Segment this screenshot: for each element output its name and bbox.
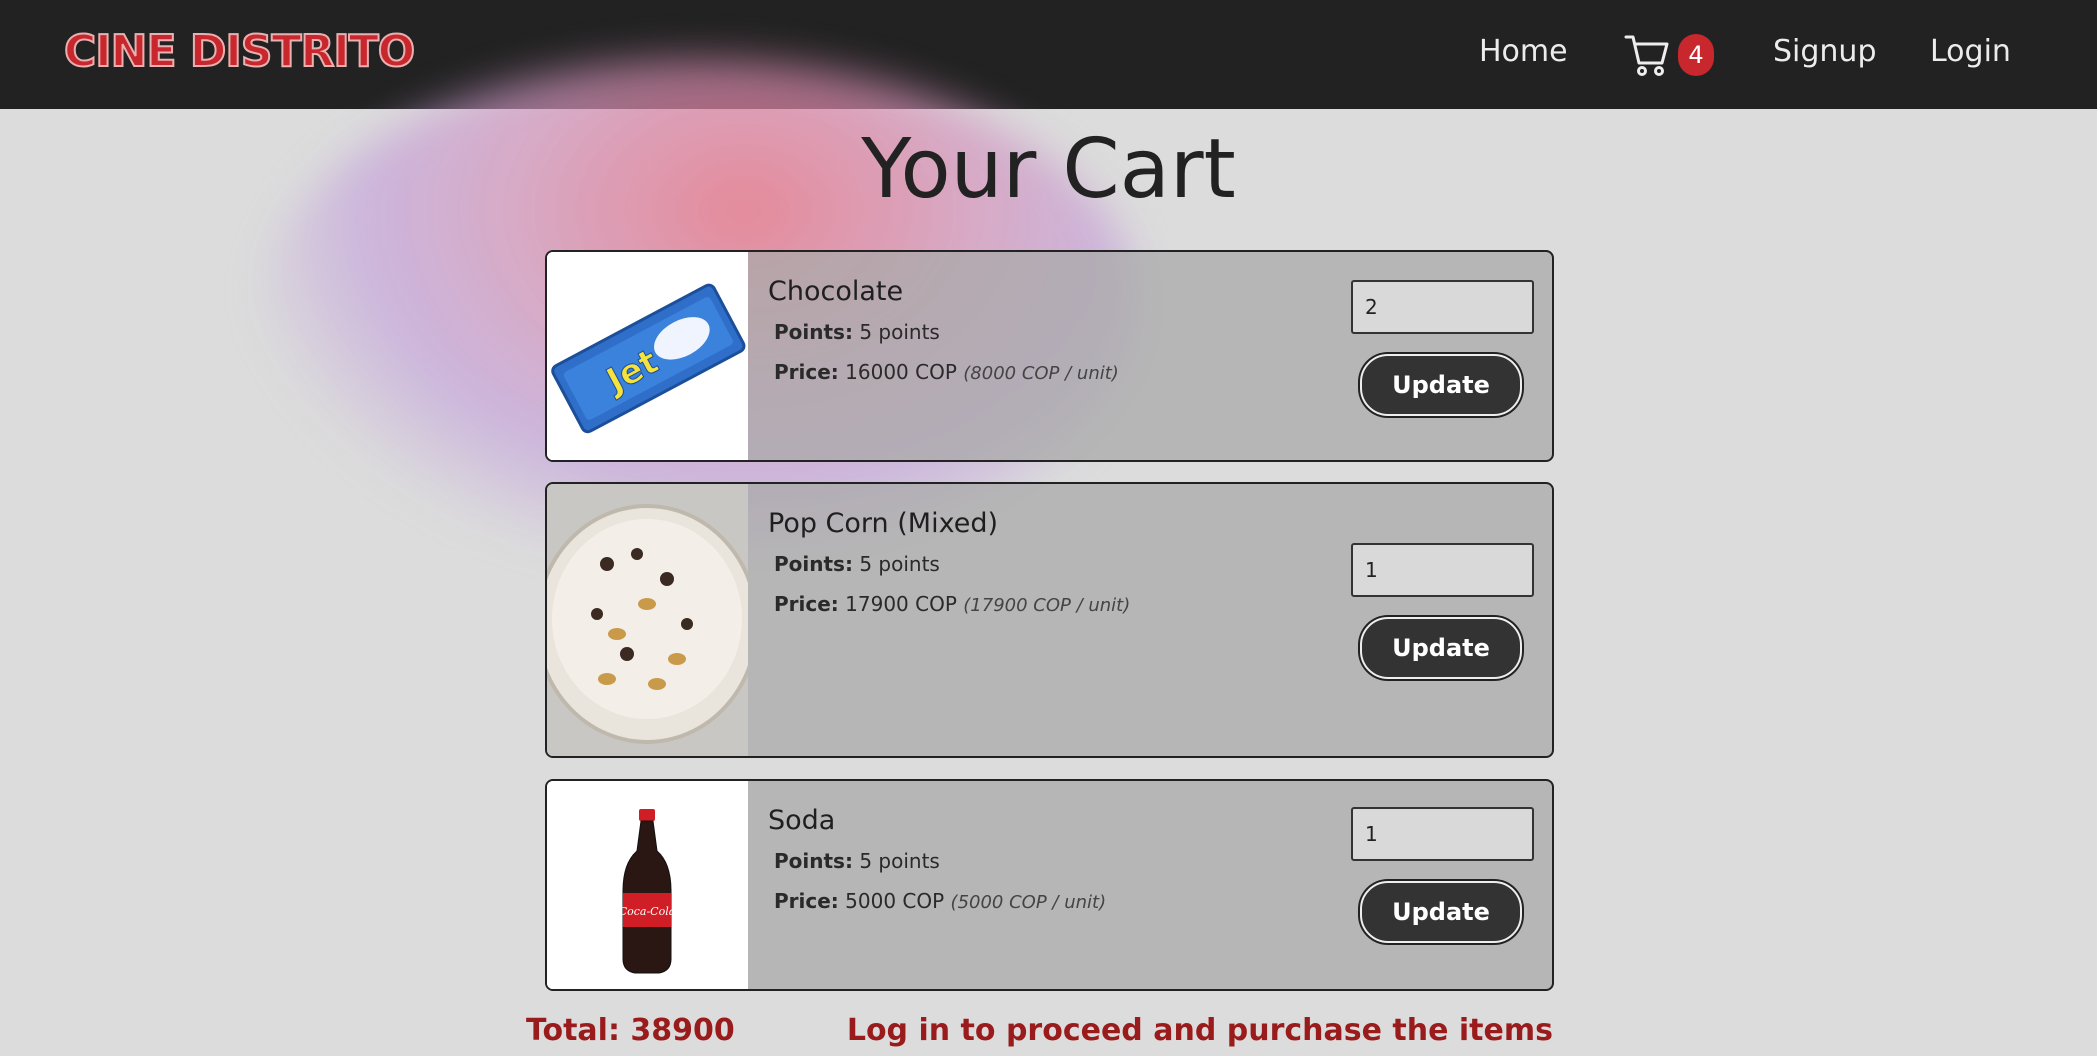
price-label: Price: [774, 592, 839, 616]
item-name: Chocolate [768, 276, 904, 307]
brand-logo[interactable]: CINE DISTRITO [63, 25, 416, 78]
item-points: Points: 5 points [774, 320, 940, 344]
quantity-input[interactable] [1351, 280, 1534, 334]
login-to-purchase-message[interactable]: Log in to proceed and purchase the items [847, 1013, 1553, 1048]
price-value: 5000 COP [845, 889, 945, 913]
update-button[interactable]: Update [1360, 354, 1522, 416]
item-price: Price: 16000 COP (8000 COP / unit) [774, 360, 1119, 384]
unit-price: (17900 COP / unit) [963, 595, 1131, 616]
update-button[interactable]: Update [1360, 881, 1522, 943]
cart-item-card: Jet Chocolate Points: 5 points Price: 16… [545, 250, 1554, 462]
soda-bottle-image: Coca-Cola [547, 781, 748, 989]
price-value: 17900 COP [845, 592, 957, 616]
points-value: 5 points [859, 552, 940, 576]
cart-item-card: Coca-Cola Soda Points: 5 points Price: 5… [545, 779, 1554, 991]
nav-signup-link[interactable]: Signup [1773, 34, 1877, 69]
popcorn-bowl-image [547, 484, 748, 756]
nav-login-link[interactable]: Login [1930, 34, 2011, 69]
item-price: Price: 17900 COP (17900 COP / unit) [774, 592, 1130, 616]
nav-home-link[interactable]: Home [1479, 34, 1568, 69]
quantity-input[interactable] [1351, 807, 1534, 861]
price-label: Price: [774, 360, 839, 384]
price-value: 16000 COP [845, 360, 957, 384]
item-name: Soda [768, 805, 836, 836]
points-value: 5 points [859, 849, 940, 873]
page-title: Your Cart [861, 122, 1236, 217]
top-navbar: CINE DISTRITO Home 4 Signup Login [0, 0, 2097, 109]
cart-icon[interactable] [1624, 33, 1670, 77]
item-points: Points: 5 points [774, 552, 940, 576]
cart-total: Total: 38900 [526, 1013, 735, 1048]
price-label: Price: [774, 889, 839, 913]
unit-price: (8000 COP / unit) [963, 363, 1119, 384]
cart-count-badge[interactable]: 4 [1678, 34, 1714, 76]
unit-price: (5000 COP / unit) [950, 892, 1107, 913]
svg-text:Coca-Cola: Coca-Cola [619, 905, 676, 918]
item-points: Points: 5 points [774, 849, 940, 873]
points-label: Points: [774, 552, 853, 576]
update-button[interactable]: Update [1360, 617, 1522, 679]
points-label: Points: [774, 320, 853, 344]
item-name: Pop Corn (Mixed) [768, 508, 999, 539]
points-label: Points: [774, 849, 853, 873]
item-price: Price: 5000 COP (5000 COP / unit) [774, 889, 1106, 913]
chocolate-bar-image: Jet [547, 252, 748, 460]
cart-item-card: Pop Corn (Mixed) Points: 5 points Price:… [545, 482, 1554, 758]
quantity-input[interactable] [1351, 543, 1534, 597]
points-value: 5 points [859, 320, 940, 344]
